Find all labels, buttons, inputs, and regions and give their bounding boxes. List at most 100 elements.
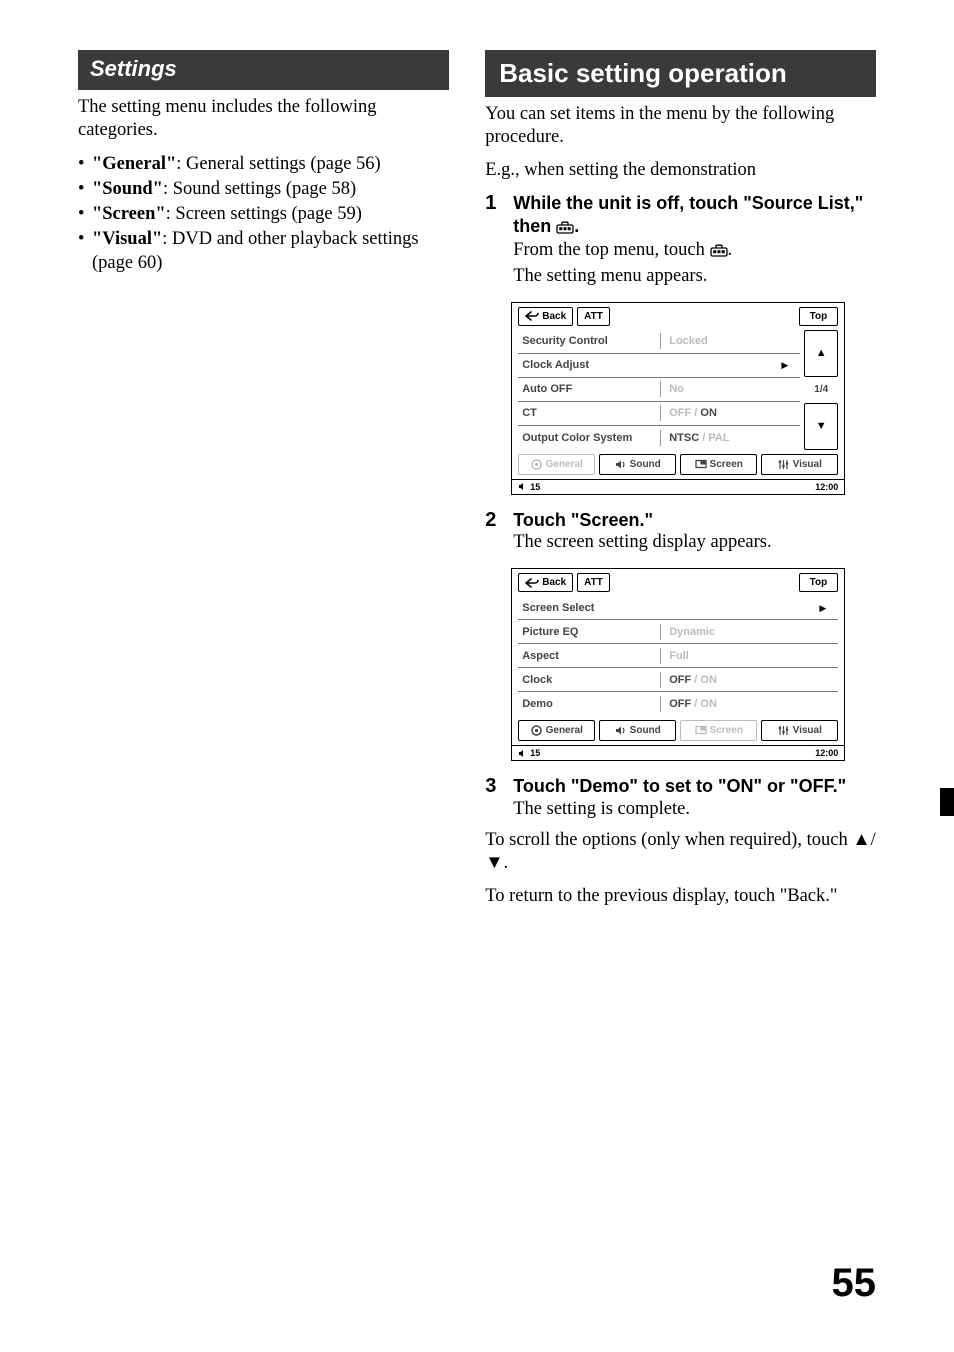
back-button[interactable]: Back [518, 573, 573, 592]
list-item: "Screen": Screen settings (page 59) [78, 202, 449, 226]
step-text-line: The setting menu appears. [513, 265, 876, 288]
speaker-icon [615, 459, 626, 470]
setting-row-auto-off[interactable]: Auto OFF No [518, 378, 800, 402]
row-label: Clock Adjust [522, 359, 660, 371]
volume-value: 15 [530, 482, 540, 492]
page: Settings The setting menu includes the f… [0, 0, 954, 1352]
row-value: Dynamic [669, 626, 715, 638]
row-label: Aspect [522, 650, 660, 662]
step-body: While the unit is off, touch "Source Lis… [513, 192, 876, 287]
scroll-note: To scroll the options (only when require… [485, 829, 876, 875]
screenshot-footer: 15 12:00 [512, 479, 844, 494]
screenshot-footer: 15 12:00 [512, 745, 844, 760]
tab-sound[interactable]: Sound [599, 454, 676, 475]
row-label: CT [522, 407, 660, 419]
separator [660, 672, 661, 688]
row-label: Output Color System [522, 432, 660, 444]
row-value: OFF / ON [669, 407, 717, 419]
setting-row-demo[interactable]: Demo OFF / ON [518, 692, 838, 716]
setting-row-clock-adjust[interactable]: Clock Adjust [518, 354, 800, 378]
separator [660, 624, 661, 640]
toolbox-icon [556, 217, 574, 240]
screen-icon [695, 459, 706, 470]
tab-label: General [546, 725, 583, 736]
step-line1b: . [728, 240, 733, 260]
screen-icon [695, 725, 706, 736]
bullet-rest: : General settings (page 56) [176, 154, 380, 174]
enter-arrow-icon [769, 359, 796, 371]
step-1: 1 While the unit is off, touch "Source L… [485, 192, 876, 287]
step-number: 3 [485, 775, 503, 821]
setting-row-picture-eq[interactable]: Picture EQ Dynamic [518, 620, 838, 644]
setting-row-security-control[interactable]: Security Control Locked [518, 330, 800, 354]
step-number: 2 [485, 509, 503, 555]
top-button[interactable]: Top [799, 573, 839, 592]
volume-icon [518, 749, 527, 758]
step-text-line: The screen setting display appears. [513, 531, 876, 554]
sliders-icon [778, 459, 789, 470]
bullet-rest: : Screen settings (page 59) [166, 204, 362, 224]
row-value: No [669, 383, 684, 395]
volume-icon [518, 482, 527, 491]
setting-row-aspect[interactable]: Aspect Full [518, 644, 838, 668]
att-button[interactable]: ATT [577, 573, 610, 592]
tab-sound[interactable]: Sound [599, 720, 676, 741]
screenshot-body: Security Control Locked Clock Adjust Aut… [512, 330, 844, 454]
tab-label: Sound [630, 725, 661, 736]
separator [660, 696, 661, 712]
screenshot-body: Screen Select Picture EQ Dynamic Aspect … [512, 596, 844, 720]
settings-rows: Security Control Locked Clock Adjust Aut… [518, 330, 800, 450]
row-label: Auto OFF [522, 383, 660, 395]
tab-screen[interactable]: Screen [680, 454, 757, 475]
row-label: Demo [522, 698, 660, 710]
step-line1a: From the top menu, touch [513, 240, 709, 260]
step-head-tail: . [574, 216, 579, 236]
row-value-active: OFF [669, 698, 691, 710]
columns: Settings The setting menu includes the f… [78, 50, 876, 918]
tab-label: Visual [793, 459, 822, 470]
back-label: Back [542, 577, 566, 588]
tab-bar: General Sound Screen Visual [512, 454, 844, 479]
tab-label: Sound [630, 459, 661, 470]
back-button[interactable]: Back [518, 307, 573, 326]
bullet-bold: "General" [92, 154, 176, 174]
volume-indicator: 15 [518, 748, 815, 758]
setting-row-clock[interactable]: Clock OFF / ON [518, 668, 838, 692]
clock-value: 12:00 [815, 748, 838, 758]
tab-screen[interactable]: Screen [680, 720, 757, 741]
basic-intro1: You can set items in the menu by the fol… [485, 103, 876, 149]
tab-visual[interactable]: Visual [761, 454, 838, 475]
tab-general[interactable]: General [518, 454, 595, 475]
top-button[interactable]: Top [799, 307, 839, 326]
clock-value: 12:00 [815, 482, 838, 492]
row-value: OFF / ON [669, 698, 717, 710]
page-number: 55 [832, 1261, 877, 1306]
att-button[interactable]: ATT [577, 307, 610, 326]
thumb-index-tab [940, 788, 954, 816]
row-label: Screen Select [522, 602, 660, 614]
list-item: "General": General settings (page 56) [78, 152, 449, 176]
tab-visual[interactable]: Visual [761, 720, 838, 741]
volume-indicator: 15 [518, 482, 815, 492]
step-text-line: From the top menu, touch . [513, 239, 876, 264]
basic-intro2: E.g., when setting the demonstration [485, 159, 876, 182]
setting-row-screen-select[interactable]: Screen Select [518, 596, 838, 620]
row-value: Full [669, 650, 689, 662]
scroll-down-button[interactable] [804, 403, 838, 450]
back-arrow-icon [525, 578, 539, 588]
step-text-line: The setting is complete. [513, 798, 876, 821]
row-label: Clock [522, 674, 660, 686]
tab-general[interactable]: General [518, 720, 595, 741]
setting-row-output-color-system[interactable]: Output Color System NTSC / PAL [518, 426, 800, 450]
row-value-dim: / ON [691, 674, 717, 686]
tab-bar: General Sound Screen Visual [512, 720, 844, 745]
gear-icon [531, 725, 542, 736]
bullet-bold: "Screen" [92, 204, 166, 224]
row-value-dim: / PAL [699, 432, 729, 444]
scroll-up-button[interactable] [804, 330, 838, 377]
right-column: Basic setting operation You can set item… [485, 50, 876, 918]
separator [660, 333, 661, 349]
bullet-bold: "Visual" [92, 229, 162, 249]
separator [660, 648, 661, 664]
setting-row-ct[interactable]: CT OFF / ON [518, 402, 800, 426]
